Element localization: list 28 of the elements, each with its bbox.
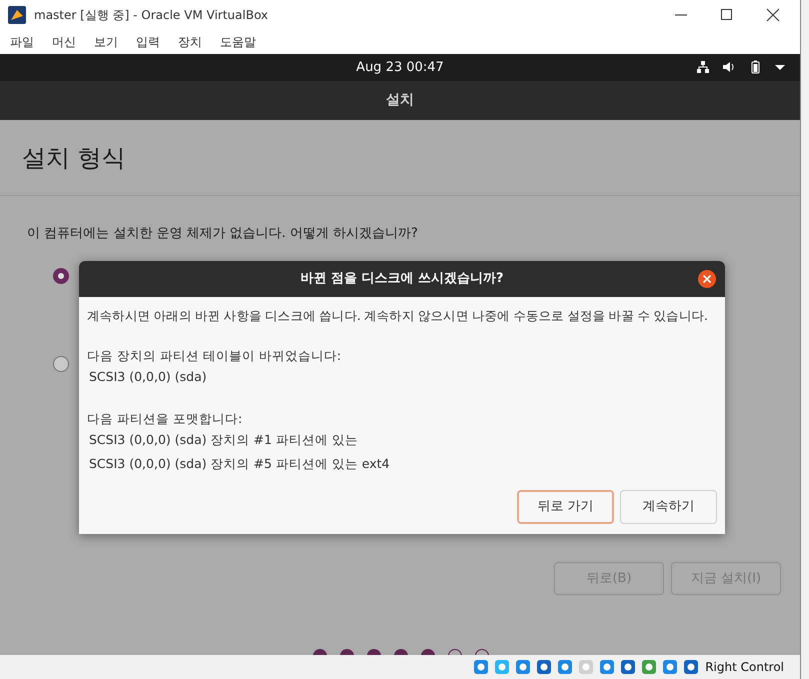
menu-item[interactable]: 입력 [136,33,160,51]
menu-item[interactable]: 도움말 [220,33,256,51]
menu-item[interactable]: 보기 [94,33,118,51]
window-title: master [실행 중] - Oracle VM VirtualBox [34,7,268,24]
page-heading: 설치 형식 [22,142,126,174]
change-line: SCSI3 (0,0,0) (sda) 장치의 #1 파티션에 있는 [88,430,359,449]
dialog-button[interactable]: 계속하기 [620,490,717,524]
radio-button[interactable] [53,356,69,372]
maximize-icon[interactable] [720,8,734,22]
close-icon[interactable] [766,8,780,22]
dialog-title: 바뀐 점을 디스크에 쓰시겠습니까? [300,270,504,288]
host-key-label: Right Control [705,659,784,676]
menu-item[interactable]: 파일 [10,33,34,51]
dialog-button[interactable]: 뒤로 가기 [517,490,614,524]
volume-icon[interactable] [722,60,736,74]
section-heading: 다음 파티션을 포맷합니다: [87,410,244,428]
menu-item[interactable]: 머신 [52,33,76,51]
radio-button[interactable] [53,268,69,284]
question-text: 이 컴퓨터에는 설치한 운영 체제가 없습니다. 어떻게 하시겠습니까? [27,226,418,241]
dialog-message: 계속하시면 아래의 바뀐 사항을 디스크에 씁니다. 계속하지 않으시면 나중에 수동으로 설정을 바꿀 수 있습니다. [87,307,709,325]
app-logo-icon [8,6,26,24]
menu-item[interactable]: 장치 [178,33,202,51]
installer-title: 설치 [386,91,414,110]
section-heading: 다음 장치의 파티션 테이블이 바뀌었습니다: [87,346,342,365]
close-icon[interactable] [697,269,717,289]
clock: Aug 23 00:47 [356,58,444,77]
change-line: SCSI3 (0,0,0) (sda) [88,368,208,386]
change-line: SCSI3 (0,0,0) (sda) 장치의 #5 파티션에 있는 ext4 [88,454,391,473]
